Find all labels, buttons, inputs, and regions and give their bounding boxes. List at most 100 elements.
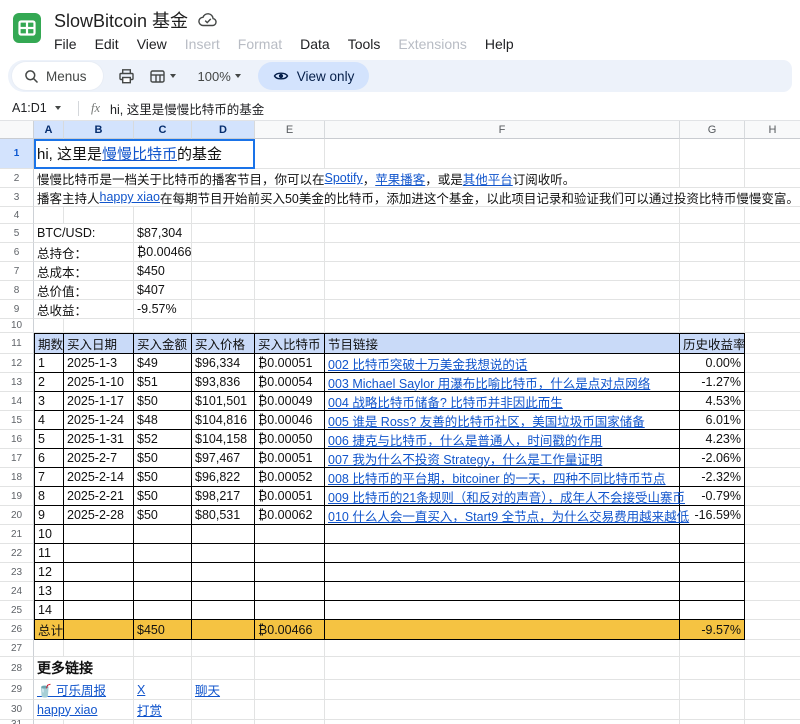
link[interactable]: 004 战略比特币储备? 比特币并非因此而生 <box>328 392 563 411</box>
row-header-24[interactable]: 24 <box>0 582 34 601</box>
cell-F23[interactable] <box>325 563 680 582</box>
cell-G21[interactable] <box>680 525 745 544</box>
link[interactable]: happy xiao <box>37 703 97 717</box>
cell-H27[interactable] <box>745 640 800 657</box>
cell-F10[interactable] <box>325 319 680 333</box>
cell-E26[interactable]: ₿0.00466 <box>255 620 325 640</box>
col-header-E[interactable]: E <box>255 121 325 139</box>
cell-H21[interactable] <box>745 525 800 544</box>
cell-F7[interactable] <box>325 262 680 281</box>
cell-E12[interactable]: ₿0.00051 <box>255 354 325 373</box>
row-header-14[interactable]: 14 <box>0 392 34 411</box>
cell-A18[interactable]: 7 <box>34 468 64 487</box>
cell-H24[interactable] <box>745 582 800 601</box>
cell-G20[interactable]: -16.59% <box>680 506 745 525</box>
row-header-1[interactable]: 1 <box>0 139 34 169</box>
cell-B18[interactable]: 2025-2-14 <box>64 468 134 487</box>
cell-D9[interactable] <box>192 300 255 319</box>
cell-A16[interactable]: 5 <box>34 430 64 449</box>
cell-B17[interactable]: 2025-2-7 <box>64 449 134 468</box>
cell-E18[interactable]: ₿0.00052 <box>255 468 325 487</box>
cell-F5[interactable] <box>325 224 680 243</box>
cell-F6[interactable] <box>325 243 680 262</box>
cell-E27[interactable] <box>255 640 325 657</box>
cell-G27[interactable] <box>680 640 745 657</box>
row-header-13[interactable]: 13 <box>0 373 34 392</box>
col-header-A[interactable]: A <box>34 121 64 139</box>
cell-A29[interactable]: 🥤 可乐周报 <box>34 680 134 700</box>
cell-D10[interactable] <box>192 319 255 333</box>
cell-C26[interactable]: $450 <box>134 620 192 640</box>
row-header-19[interactable]: 19 <box>0 487 34 506</box>
menu-file[interactable]: File <box>45 34 86 54</box>
cell-H12[interactable] <box>745 354 800 373</box>
cell-C11[interactable]: 买入金额 <box>134 333 192 354</box>
cell-D12[interactable]: $96,334 <box>192 354 255 373</box>
cell-E14[interactable]: ₿0.00049 <box>255 392 325 411</box>
cell-G18[interactable]: -2.32% <box>680 468 745 487</box>
cell-E8[interactable] <box>255 281 325 300</box>
row-header-7[interactable]: 7 <box>0 262 34 281</box>
link[interactable]: 007 我为什么不投资 Strategy，什么是工作量证明 <box>328 449 602 468</box>
menu-view[interactable]: View <box>128 34 176 54</box>
cell-H2[interactable] <box>745 169 800 188</box>
cell-E19[interactable]: ₿0.00051 <box>255 487 325 506</box>
cell-D25[interactable] <box>192 601 255 620</box>
cell-C8[interactable]: $407 <box>134 281 192 300</box>
row-header-23[interactable]: 23 <box>0 563 34 582</box>
cell-G26[interactable]: -9.57% <box>680 620 745 640</box>
cell-C7[interactable]: $450 <box>134 262 192 281</box>
select-all-corner[interactable] <box>0 121 34 139</box>
cell-H30[interactable] <box>745 700 800 720</box>
cell-B13[interactable]: 2025-1-10 <box>64 373 134 392</box>
cell-H11[interactable] <box>745 333 800 354</box>
menu-data[interactable]: Data <box>291 34 339 54</box>
cell-E4[interactable] <box>255 207 325 224</box>
cell-E24[interactable] <box>255 582 325 601</box>
cell-E7[interactable] <box>255 262 325 281</box>
cell-A1[interactable]: hi, 这里是慢慢比特币的基金 <box>34 139 255 169</box>
cell-G16[interactable]: 4.23% <box>680 430 745 449</box>
cell-A22[interactable]: 11 <box>34 544 64 563</box>
cell-B4[interactable] <box>64 207 134 224</box>
cell-D11[interactable]: 买入价格 <box>192 333 255 354</box>
cell-H5[interactable] <box>745 224 800 243</box>
col-header-B[interactable]: B <box>64 121 134 139</box>
row-header-4[interactable]: 4 <box>0 207 34 224</box>
cell-A2[interactable]: 慢慢比特币是一档关于比特币的播客节目，你可以在 Spotify，苹果播客，或是其… <box>34 169 680 188</box>
cell-H16[interactable] <box>745 430 800 449</box>
cell-D30[interactable] <box>192 700 255 720</box>
cell-H14[interactable] <box>745 392 800 411</box>
row-header-22[interactable]: 22 <box>0 544 34 563</box>
cell-A20[interactable]: 9 <box>34 506 64 525</box>
cell-F19[interactable]: 009 比特币的21条规则（和反对的声音），成年人不会接受山寨币 <box>325 487 680 506</box>
cell-C14[interactable]: $50 <box>134 392 192 411</box>
cell-D23[interactable] <box>192 563 255 582</box>
col-header-G[interactable]: G <box>680 121 745 139</box>
cell-D26[interactable] <box>192 620 255 640</box>
link[interactable]: 003 Michael Saylor 用瀑布比喻比特币，什么是点对点网络 <box>328 373 650 392</box>
cell-F17[interactable]: 007 我为什么不投资 Strategy，什么是工作量证明 <box>325 449 680 468</box>
cell-B20[interactable]: 2025-2-28 <box>64 506 134 525</box>
cell-D5[interactable] <box>192 224 255 243</box>
cell-H19[interactable] <box>745 487 800 506</box>
cell-H28[interactable] <box>745 657 800 680</box>
cell-H31[interactable] <box>745 720 800 724</box>
link[interactable]: Spotify <box>325 171 363 185</box>
sheets-logo[interactable] <box>12 8 44 48</box>
cell-G1[interactable] <box>680 139 745 169</box>
zoom-control[interactable]: 100% <box>191 62 248 90</box>
cell-C6[interactable]: ₿0.00466 <box>134 243 192 262</box>
cell-A31[interactable] <box>34 720 64 724</box>
row-header-12[interactable]: 12 <box>0 354 34 373</box>
cell-C21[interactable] <box>134 525 192 544</box>
cell-C29[interactable]: X <box>134 680 192 700</box>
cell-A17[interactable]: 6 <box>34 449 64 468</box>
cell-F16[interactable]: 006 捷克与比特币，什么是普通人，时间戳的作用 <box>325 430 680 449</box>
cell-E17[interactable]: ₿0.00051 <box>255 449 325 468</box>
cell-D13[interactable]: $93,836 <box>192 373 255 392</box>
cell-E23[interactable] <box>255 563 325 582</box>
col-header-H[interactable]: H <box>745 121 800 139</box>
link[interactable]: 005 谁是 Ross? 友善的比特币社区，美国垃圾币国家储备 <box>328 411 645 430</box>
cell-F18[interactable]: 008 比特币的平台期，bitcoiner 的一天，四种不同比特币节点 <box>325 468 680 487</box>
